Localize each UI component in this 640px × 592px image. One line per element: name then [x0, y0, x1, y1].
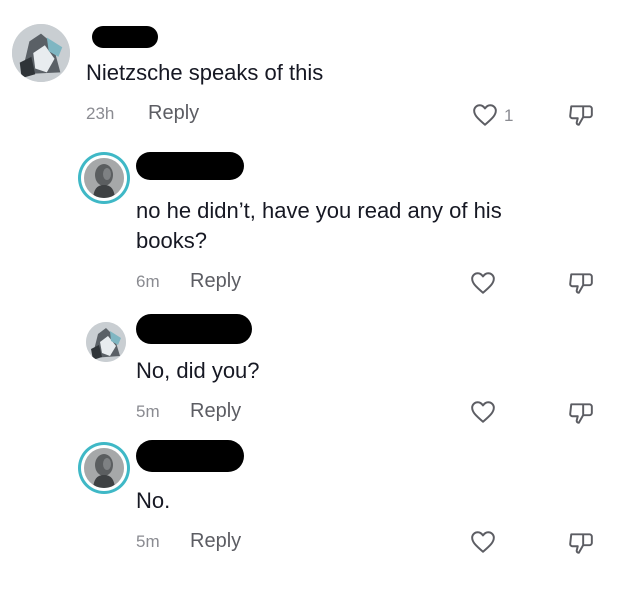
reply-button[interactable]: Reply — [148, 102, 199, 125]
comment-timestamp: 5m — [136, 402, 160, 421]
thumbs-down-outline-icon — [569, 273, 593, 294]
dislike-button[interactable] — [568, 102, 594, 128]
like-button[interactable] — [470, 271, 496, 295]
reply-button[interactable]: Reply — [190, 400, 241, 423]
thumbs-down-outline-icon — [569, 403, 593, 424]
heart-outline-icon — [471, 531, 495, 553]
heart-outline-icon — [471, 272, 495, 294]
like-button[interactable] — [470, 400, 496, 424]
thumbs-down-outline-icon — [569, 105, 593, 126]
like-count: 1 — [504, 106, 514, 125]
redacted-username — [92, 26, 158, 48]
dislike-button[interactable] — [568, 400, 594, 426]
statue-collage-avatar-icon — [86, 322, 126, 362]
reply-button[interactable]: Reply — [190, 270, 241, 293]
heart-outline-icon — [473, 104, 497, 126]
comment-text: No, did you? — [136, 358, 260, 383]
like-button[interactable] — [472, 103, 498, 127]
statue-collage-avatar-icon — [12, 24, 70, 82]
like-button[interactable] — [470, 530, 496, 554]
comment-timestamp: 6m — [136, 272, 160, 291]
comment-text: Nietzsche speaks of this — [86, 60, 324, 85]
bust-portrait-avatar-icon — [84, 158, 124, 198]
heart-outline-icon — [471, 401, 495, 423]
redacted-username — [136, 152, 244, 180]
comment-text: no he didn’t, have you read any of his b… — [136, 198, 502, 253]
reply-button[interactable]: Reply — [190, 530, 241, 553]
thumbs-down-outline-icon — [569, 533, 593, 554]
user-avatar[interactable] — [84, 158, 124, 198]
dislike-button[interactable] — [568, 270, 594, 296]
comment-timestamp: 23h — [86, 104, 115, 123]
redacted-username — [136, 440, 244, 472]
comment-timestamp: 5m — [136, 532, 160, 551]
user-avatar[interactable] — [84, 448, 124, 488]
dislike-button[interactable] — [568, 530, 594, 556]
user-avatar[interactable] — [86, 322, 126, 362]
redacted-username — [136, 314, 252, 344]
bust-portrait-avatar-icon — [84, 448, 124, 488]
comment-text: No. — [136, 488, 171, 513]
user-avatar[interactable] — [12, 24, 70, 82]
